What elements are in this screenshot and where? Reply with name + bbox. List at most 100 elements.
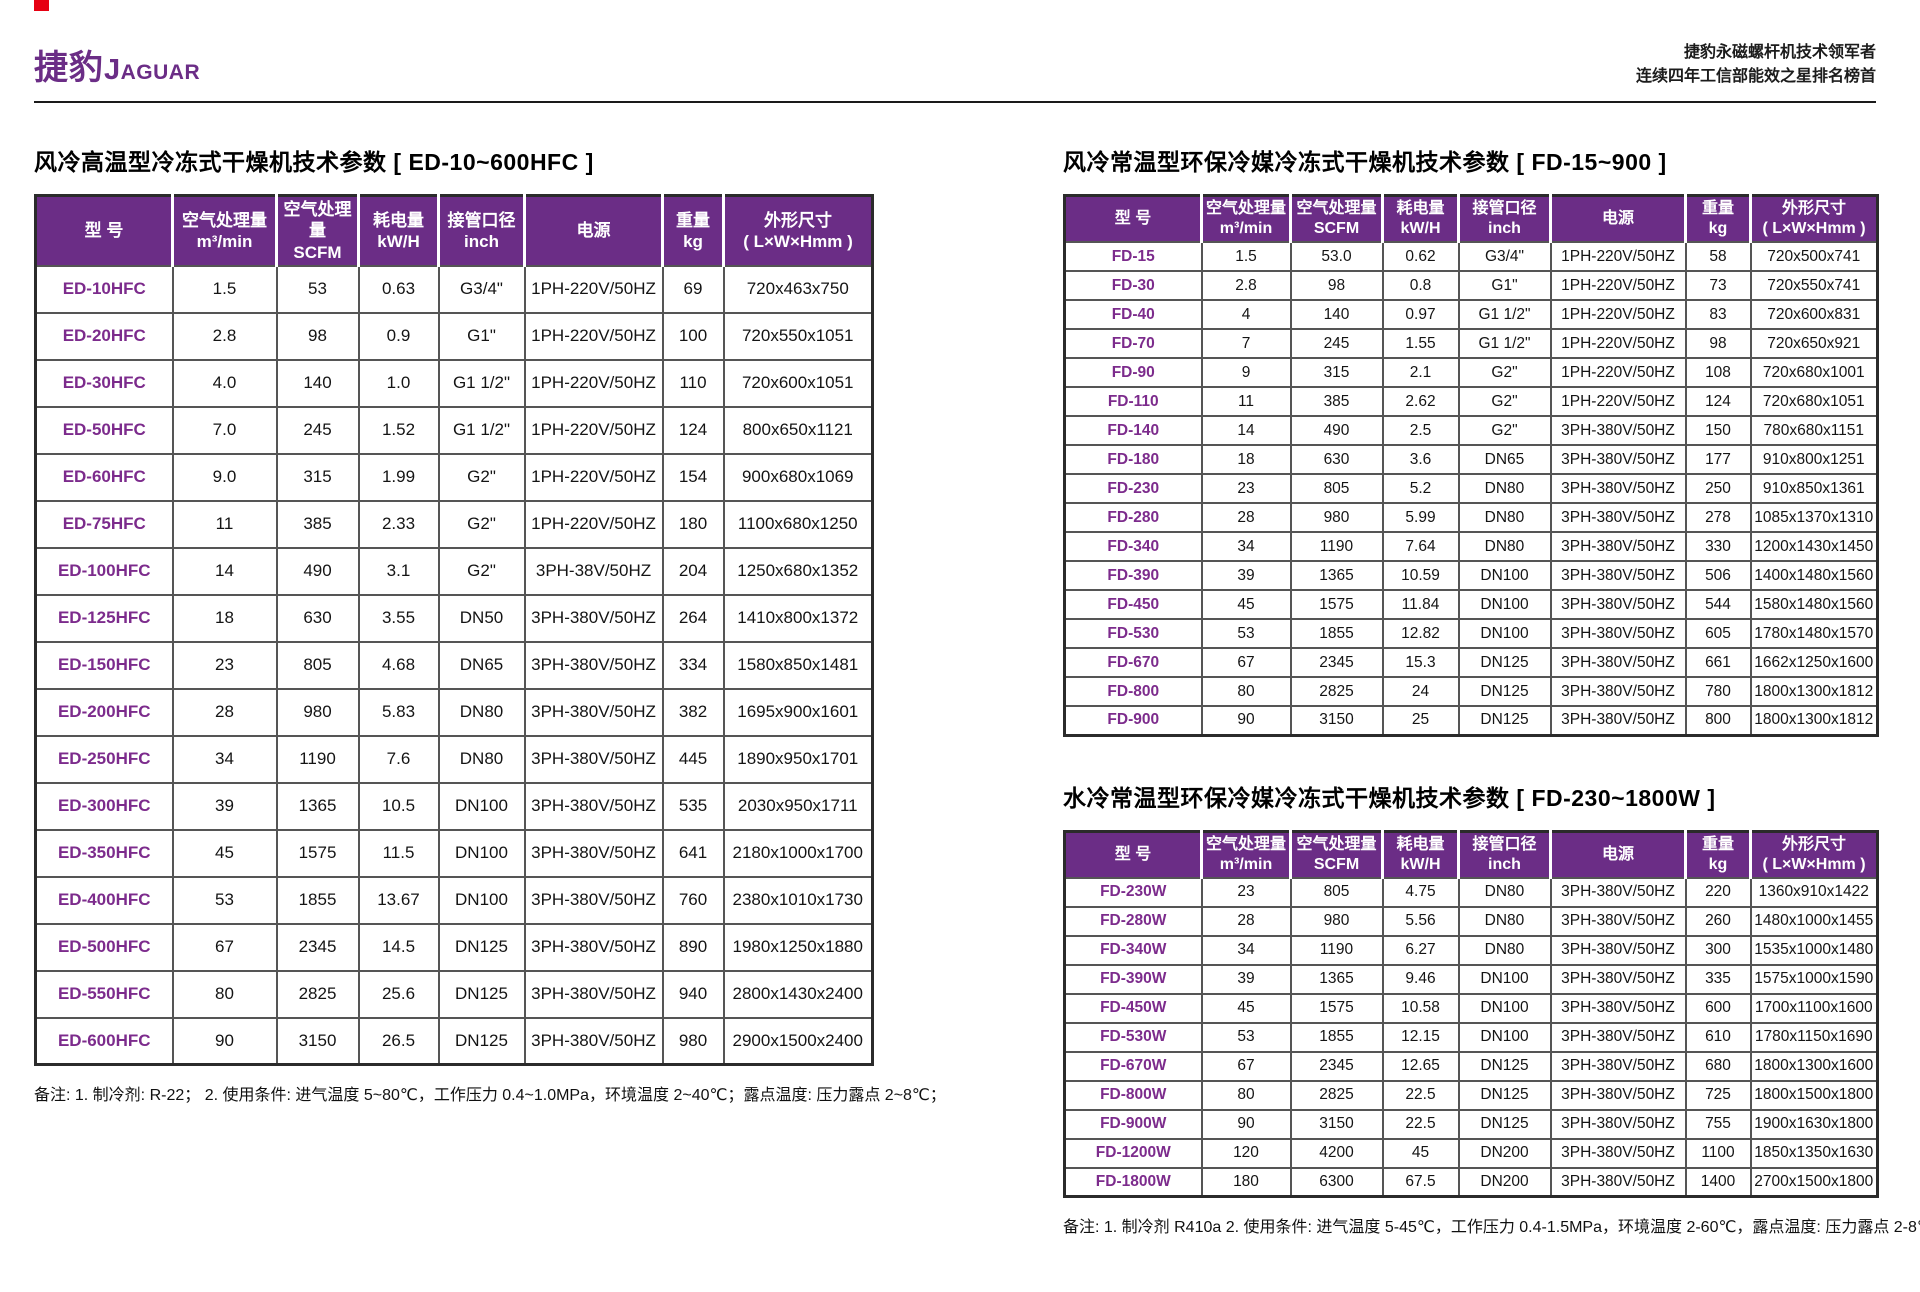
data-cell: 3PH-380V/50HZ (1551, 532, 1686, 561)
data-cell: 3.55 (359, 595, 439, 642)
data-cell: 3PH-380V/50HZ (1551, 878, 1686, 907)
table-row: ED-125HFC186303.55DN503PH-380V/50HZ26414… (36, 595, 873, 642)
model-cell: FD-340 (1065, 532, 1202, 561)
data-cell: 1PH-220V/50HZ (525, 266, 663, 313)
data-cell: 720x550x741 (1751, 271, 1878, 300)
model-cell: FD-230W (1065, 878, 1202, 907)
table-row: FD-53053185512.82DN1003PH-380V/50HZ60517… (1065, 619, 1878, 648)
data-cell: 1100 (1686, 1139, 1751, 1168)
data-cell: 1PH-220V/50HZ (1551, 271, 1686, 300)
data-cell: 110 (663, 360, 724, 407)
data-cell: 1365 (277, 783, 359, 830)
column-header: 电源 (1551, 196, 1686, 243)
data-cell: 23 (1202, 878, 1291, 907)
table-row: ED-150HFC238054.68DN653PH-380V/50HZ33415… (36, 642, 873, 689)
data-cell: G1 1/2" (1459, 300, 1551, 329)
data-cell: 120 (1202, 1139, 1291, 1168)
model-cell: FD-140 (1065, 416, 1202, 445)
data-cell: 1855 (1291, 1023, 1383, 1052)
table-row: ED-20HFC2.8980.9G1"1PH-220V/50HZ100720x5… (36, 313, 873, 360)
model-cell: ED-300HFC (36, 783, 173, 830)
data-cell: DN65 (439, 642, 525, 689)
data-cell: 69 (663, 266, 724, 313)
data-cell: 0.97 (1383, 300, 1459, 329)
data-cell: 330 (1686, 532, 1751, 561)
data-cell: 4200 (1291, 1139, 1383, 1168)
section-fd: 风冷常温型环保冷媒冷冻式干燥机技术参数 [ FD-15~900 ] 型 号空气处… (1063, 117, 1876, 1237)
model-cell: ED-350HFC (36, 830, 173, 877)
data-cell: 1575x1000x1590 (1751, 965, 1878, 994)
data-cell: 1890x950x1701 (724, 736, 873, 783)
data-cell: 0.62 (1383, 242, 1459, 271)
data-cell: 720x600x1051 (724, 360, 873, 407)
model-cell: ED-500HFC (36, 924, 173, 971)
data-cell: 124 (663, 407, 724, 454)
table-row: ED-200HFC289805.83DN803PH-380V/50HZ38216… (36, 689, 873, 736)
column-header: 耗电量kW/H (359, 196, 439, 266)
data-cell: 4.68 (359, 642, 439, 689)
table-row: FD-800W80282522.5DN1253PH-380V/50HZ72518… (1065, 1081, 1878, 1110)
data-cell: 12.82 (1383, 619, 1459, 648)
data-cell: DN125 (439, 1018, 525, 1065)
data-cell: 7.6 (359, 736, 439, 783)
data-cell: 45 (1202, 590, 1291, 619)
data-cell: 1480x1000x1455 (1751, 907, 1878, 936)
column-header: 耗电量kW/H (1383, 831, 1459, 878)
data-cell: DN100 (1459, 619, 1551, 648)
data-cell: DN200 (1459, 1168, 1551, 1197)
column-header: 重量kg (663, 196, 724, 266)
data-cell: 3PH-380V/50HZ (1551, 619, 1686, 648)
spec-table-fd: 型 号空气处理量m³/min空气处理量SCFM耗电量kW/H接管口径inch电源… (1063, 194, 1879, 737)
data-cell: 5.99 (1383, 503, 1459, 532)
spec-table-fdw: 型 号空气处理量m³/min空气处理量SCFM耗电量kW/H接管口径inch电源… (1063, 830, 1879, 1199)
table-row: FD-4041400.97G1 1/2"1PH-220V/50HZ83720x6… (1065, 300, 1878, 329)
data-cell: G2" (1459, 387, 1551, 416)
data-cell: 5.2 (1383, 474, 1459, 503)
data-cell: 1780x1150x1690 (1751, 1023, 1878, 1052)
data-cell: 11.84 (1383, 590, 1459, 619)
data-cell: 1.99 (359, 454, 439, 501)
data-cell: 3PH-380V/50HZ (525, 783, 663, 830)
data-cell: 4.0 (173, 360, 277, 407)
table-row: FD-39039136510.59DN1003PH-380V/50HZ50614… (1065, 561, 1878, 590)
column-header: 外形尺寸( L×W×Hmm ) (724, 196, 873, 266)
data-cell: 83 (1686, 300, 1751, 329)
data-cell: 12.65 (1383, 1052, 1459, 1081)
data-cell: 90 (1202, 1110, 1291, 1139)
data-cell: 1575 (1291, 994, 1383, 1023)
table-row: FD-151.553.00.62G3/4"1PH-220V/50HZ58720x… (1065, 242, 1878, 271)
data-cell: 1200x1430x1450 (1751, 532, 1878, 561)
brand-logo-en: JAGUAR (104, 54, 200, 87)
main-content: 风冷高温型冷冻式干燥机技术参数 [ ED-10~600HFC ] 型 号空气处理… (34, 117, 1876, 1237)
model-cell: FD-670W (1065, 1052, 1202, 1081)
table-row: ED-100HFC144903.1G2"3PH-38V/50HZ2041250x… (36, 548, 873, 595)
data-cell: 2.33 (359, 501, 439, 548)
data-cell: 1.0 (359, 360, 439, 407)
data-cell: 34 (1202, 936, 1291, 965)
data-cell: 67 (1202, 1052, 1291, 1081)
data-cell: 800 (1686, 706, 1751, 735)
data-cell: 260 (1686, 907, 1751, 936)
data-cell: 10.59 (1383, 561, 1459, 590)
table-row: FD-90090315025DN1253PH-380V/50HZ8001800x… (1065, 706, 1878, 735)
data-cell: 98 (277, 313, 359, 360)
data-cell: DN100 (439, 830, 525, 877)
data-cell: 1400 (1686, 1168, 1751, 1197)
data-cell: 14.5 (359, 924, 439, 971)
data-cell: 805 (277, 642, 359, 689)
data-cell: 45 (1383, 1139, 1459, 1168)
data-cell: 3PH-380V/50HZ (1551, 445, 1686, 474)
data-cell: 67 (1202, 648, 1291, 677)
data-cell: 1575 (1291, 590, 1383, 619)
data-cell: G1" (1459, 271, 1551, 300)
data-cell: 661 (1686, 648, 1751, 677)
data-cell: DN80 (1459, 878, 1551, 907)
data-cell: 264 (663, 595, 724, 642)
model-cell: ED-75HFC (36, 501, 173, 548)
data-cell: 3PH-380V/50HZ (525, 689, 663, 736)
table-row: FD-140144902.5G2"3PH-380V/50HZ150780x680… (1065, 416, 1878, 445)
data-cell: 2825 (1291, 1081, 1383, 1110)
table-note-fdw: 备注: 1. 制冷剂 R410a 2. 使用条件: 进气温度 5-45℃，工作压… (1063, 1213, 1876, 1237)
data-cell: 445 (663, 736, 724, 783)
data-cell: 7.0 (173, 407, 277, 454)
